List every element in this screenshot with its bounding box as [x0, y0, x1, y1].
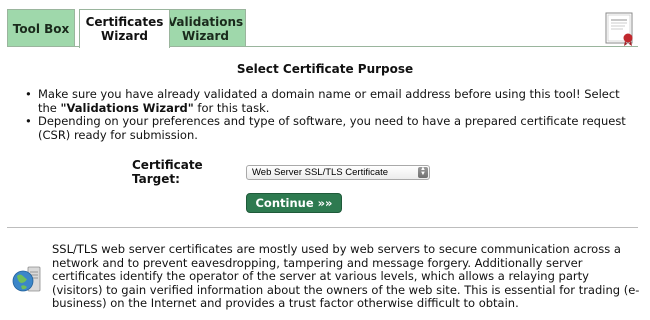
tab-label-line: Wizard — [182, 28, 229, 43]
continue-button[interactable]: Continue »» — [246, 193, 342, 213]
certificate-target-label: Certificate Target: — [132, 158, 203, 186]
tab-validations-wizard-label: Validations Wizard — [168, 15, 243, 43]
tab-tool-box-label: Tool Box — [12, 21, 70, 36]
tab-certificates-wizard-label: Certificates Wizard — [86, 15, 164, 43]
select-arrows-icon: ▲ ▼ — [418, 166, 428, 178]
tab-label-line: Wizard — [101, 29, 148, 43]
tab-label-line: Validations — [167, 14, 244, 29]
page-title: Select Certificate Purpose — [236, 62, 414, 76]
list-item-text: Depending on your preferences and type o… — [38, 114, 626, 142]
validations-wizard-link[interactable]: "Validations Wizard" — [61, 101, 194, 115]
globe-server-icon — [12, 266, 41, 292]
certificate-target-value: Web Server SSL/TLS Certificate — [252, 166, 389, 178]
instructions-list: Make sure you have already validated a d… — [22, 87, 640, 142]
divider — [7, 227, 638, 228]
certificate-target-select[interactable]: Web Server SSL/TLS Certificate ▲ ▼ — [246, 164, 430, 180]
list-item: Make sure you have already validated a d… — [22, 87, 640, 115]
tab-validations-wizard[interactable]: Validations Wizard — [165, 9, 246, 47]
list-item: Depending on your preferences and type o… — [22, 114, 640, 142]
list-item-text: for this task. — [193, 100, 270, 115]
certificate-target-row: Certificate Target: Web Server SSL/TLS C… — [132, 158, 430, 186]
tab-tool-box[interactable]: Tool Box — [7, 9, 75, 47]
tab-certificates-wizard[interactable]: Certificates Wizard — [79, 9, 170, 48]
tab-label-line: Certificates — [85, 15, 164, 29]
certificate-description: SSL/TLS web server certificates are most… — [52, 242, 640, 311]
certificate-icon — [605, 12, 633, 46]
